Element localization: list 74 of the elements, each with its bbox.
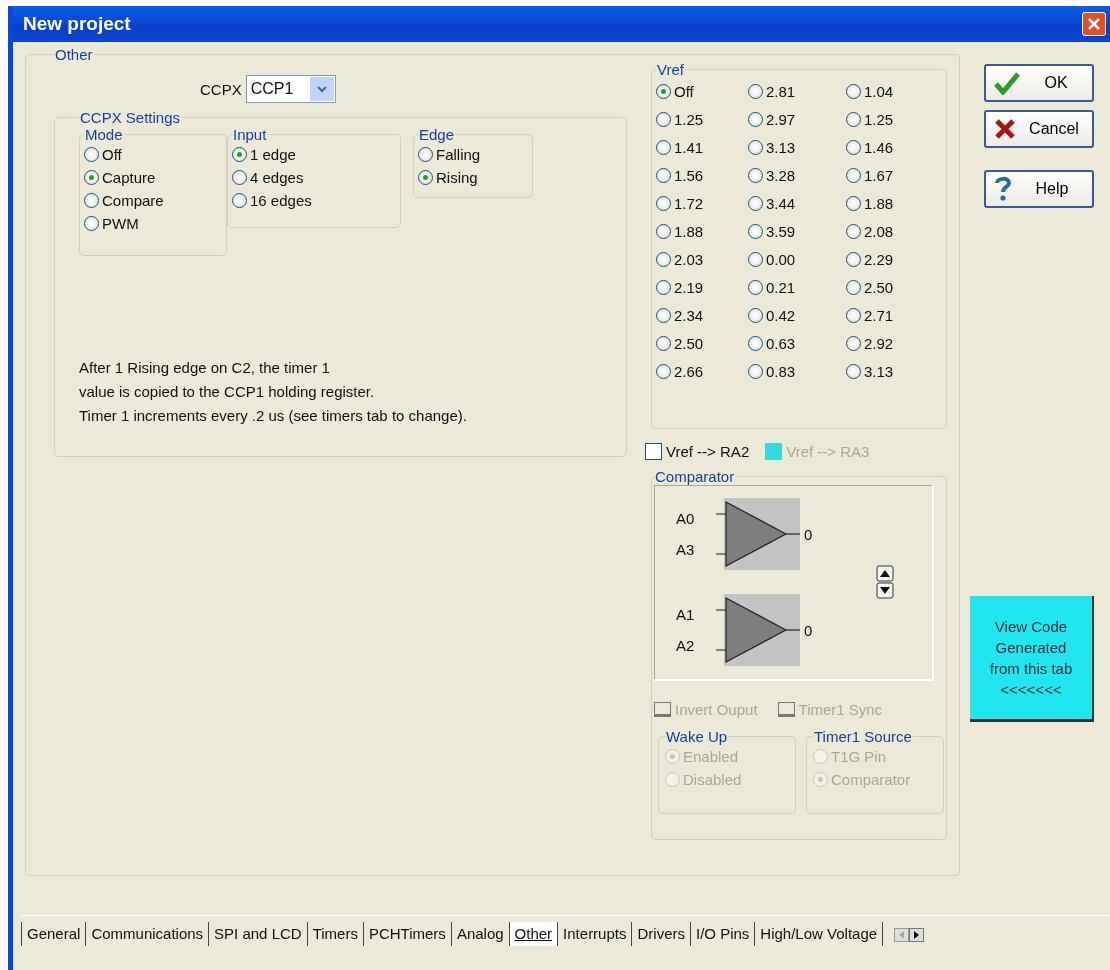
question-mark-icon bbox=[994, 176, 1012, 202]
radio-button[interactable]: 2.81 bbox=[748, 80, 846, 103]
radio-button[interactable]: 2.71 bbox=[846, 304, 938, 327]
chevron-down-icon bbox=[316, 85, 327, 93]
group-title: Timer1 Source bbox=[813, 728, 913, 745]
pin-label: A0 bbox=[676, 510, 696, 527]
radio-button[interactable]: Rising bbox=[418, 166, 532, 189]
view-code-button[interactable]: View Code Generated from this tab <<<<<<< bbox=[970, 596, 1094, 722]
radio-button[interactable]: 1.88 bbox=[656, 220, 748, 243]
group-title: Wake Up bbox=[665, 728, 729, 745]
radio-button[interactable]: 0.83 bbox=[748, 360, 846, 383]
radio-button[interactable]: 2.92 bbox=[846, 332, 938, 355]
group-title: Comparator bbox=[654, 468, 736, 485]
radio-button[interactable]: 0.00 bbox=[748, 248, 846, 271]
ccpx-dropdown[interactable]: CCP1 bbox=[245, 75, 336, 103]
window-title: New project bbox=[23, 13, 131, 35]
group-title: Edge bbox=[418, 126, 456, 143]
dialog-button[interactable]: Cancel bbox=[984, 110, 1094, 148]
radio-button[interactable]: 2.34 bbox=[656, 304, 748, 327]
output-value: 0 bbox=[804, 525, 813, 543]
radio-button[interactable]: 3.28 bbox=[748, 164, 846, 187]
radio-button[interactable]: 1.67 bbox=[846, 164, 938, 187]
group-title: Other bbox=[54, 46, 94, 63]
scroll-spinner[interactable] bbox=[876, 565, 895, 599]
radio-button[interactable]: Compare bbox=[84, 189, 226, 212]
radio-button[interactable]: 3.13 bbox=[846, 360, 938, 383]
radio-button[interactable]: 1.25 bbox=[656, 108, 748, 131]
radio-button[interactable]: 3.13 bbox=[748, 136, 846, 159]
description-text: After 1 Rising edge on C2, the timer 1 value is copied to the CCP1 holding register. Timer 1 increments every .2 us (see timers tab to change). bbox=[79, 358, 468, 426]
pin-label: A2 bbox=[676, 637, 696, 654]
radio-button[interactable]: 1.56 bbox=[656, 164, 748, 187]
radio-button[interactable]: 0.63 bbox=[748, 332, 846, 355]
radio-button[interactable]: Falling bbox=[418, 143, 532, 166]
radio-button[interactable]: 2.08 bbox=[846, 220, 938, 243]
radio-button[interactable]: PWM bbox=[84, 212, 226, 235]
radio-button[interactable]: 2.03 bbox=[656, 248, 748, 271]
radio-button[interactable]: 0.42 bbox=[748, 304, 846, 327]
radio-button[interactable]: 4 edges bbox=[232, 166, 400, 189]
dialog-button[interactable]: OK bbox=[984, 64, 1094, 102]
radio-button[interactable]: 1 edge bbox=[232, 143, 400, 166]
radio-button[interactable]: 1.46 bbox=[846, 136, 938, 159]
radio-button[interactable]: 2.29 bbox=[846, 248, 938, 271]
radio-button[interactable]: 2.50 bbox=[846, 276, 938, 299]
radio-button[interactable]: Off bbox=[656, 80, 748, 103]
dialog-button[interactable]: Help bbox=[984, 170, 1094, 208]
radio-button[interactable]: 2.19 bbox=[656, 276, 748, 299]
radio-button[interactable]: 2.66 bbox=[656, 360, 748, 383]
pin-label: A1 bbox=[676, 606, 696, 623]
group-title: CCPX Settings bbox=[79, 109, 182, 126]
radio-button[interactable]: 1.88 bbox=[846, 192, 938, 215]
radio-button[interactable]: 1.72 bbox=[656, 192, 748, 215]
radio-button[interactable]: 1.41 bbox=[656, 136, 748, 159]
output-value: 0 bbox=[804, 621, 813, 639]
checkmark-icon bbox=[994, 71, 1020, 95]
radio-button[interactable]: 1.25 bbox=[846, 108, 938, 131]
radio-button[interactable]: 16 edges bbox=[232, 189, 400, 212]
checkbox[interactable]: Vref --> RA2 bbox=[645, 443, 750, 460]
close-icon bbox=[1087, 17, 1101, 31]
radio-button[interactable]: 3.59 bbox=[748, 220, 846, 243]
close-button[interactable] bbox=[1082, 12, 1106, 36]
radio-button[interactable]: 2.50 bbox=[656, 332, 748, 355]
tab[interactable]: Other bbox=[508, 922, 559, 946]
radio-button[interactable]: Off bbox=[84, 143, 226, 166]
radio-button[interactable]: 0.21 bbox=[748, 276, 846, 299]
group-title: Mode bbox=[84, 126, 124, 143]
group-title: Vref bbox=[656, 61, 685, 78]
pin-label: A3 bbox=[676, 541, 696, 558]
radio-button[interactable]: 2.97 bbox=[748, 108, 846, 131]
radio-button[interactable]: 1.04 bbox=[846, 80, 938, 103]
radio-button[interactable]: Capture bbox=[84, 166, 226, 189]
group-title: Input bbox=[232, 126, 268, 143]
radio-button[interactable]: 3.44 bbox=[748, 192, 846, 215]
ccpx-label: CCPX bbox=[200, 80, 242, 98]
cross-icon bbox=[994, 118, 1016, 140]
